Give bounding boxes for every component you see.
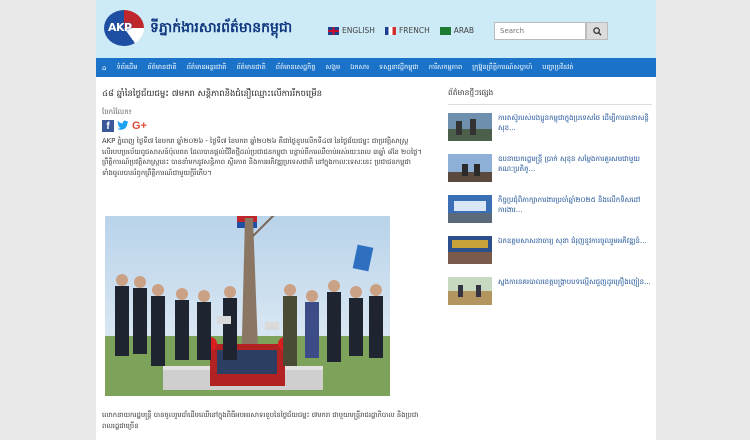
news-thumbnail [448,277,492,305]
search-input[interactable] [494,22,586,40]
article-title: ៤៨ ឆ្នាំនៃថ្ងៃជ័យជម្នះ ៧មករា សន្តិភាពនិង… [102,89,322,99]
article-photo [105,216,390,396]
news-thumbnail [448,113,492,141]
twitter-icon[interactable] [117,120,129,132]
page: AKP ទីភ្នាក់ងារសារព័ត៌មានកម្ពុជា ENGLISH… [96,0,656,440]
article: ៤៨ ឆ្នាំនៃថ្ងៃជ័យជម្នះ ៧មករា សន្តិភាពនិង… [102,88,432,430]
nav-item-home[interactable]: ទំព័រដើម [116,63,137,73]
share-label: ចែករំលែក៖ [102,108,132,116]
news-thumbnail [448,154,492,182]
google-plus-icon[interactable]: G+ [132,120,147,132]
lang-french-link[interactable]: FRENCH [384,26,430,35]
search-box [494,22,608,40]
site-logo[interactable]: AKP ទីភ្នាក់ងារសារព័ត៌មានកម្ពុជា [104,8,292,48]
sidebar-news-item[interactable]: ឯកឧត្តមសាសនាចារ្យ សុខា ជំរុញនូវការចូលរួម… [448,236,652,277]
nav-item-national[interactable]: ព័ត៌មានជាតិ [147,63,176,73]
nav-item-other[interactable]: បញ្ហាប្រវិនវត់ [542,63,573,73]
news-thumbnail [448,236,492,264]
nav-item-weekly-events[interactable]: ក្រុម្ហ៊ុនព្រឹត្តិការណ៍សប្តាហ៍ [472,63,532,73]
sidebar: ព័ត៌មានថ្មីៗផ្សេង ការតស៊ូរបស់បងប្អូនកម្ព… [448,88,652,318]
search-icon [592,26,602,36]
header: AKP ទីភ្នាក់ងារសារព័ត៌មានកម្ពុជា ENGLISH… [96,0,656,58]
france-flag-icon [384,26,396,35]
facebook-icon[interactable]: f [102,120,114,132]
photo-caption: លោកនាយករដ្ឋមន្ត្រី បានចូលរួមដាំដើមឈើនៅក្… [102,411,419,430]
sidebar-news-item[interactable]: កិច្ចប្រជុំពិភាក្សាការងារប្រចាំឆ្នាំ២០២៥… [448,195,652,236]
lang-label: ENGLISH [342,26,375,35]
sidebar-news-item[interactable]: ការតស៊ូរបស់បងប្អូនកម្ពុជាក្នុងប្រទេសថៃ ដ… [448,113,652,154]
lang-label: FRENCH [398,26,430,35]
lang-label: ARAB [453,26,475,35]
nav-item-society[interactable]: សង្គម [326,63,341,73]
site-name: ទីភ្នាក់ងារសារព័ត៌មានកម្ពុជា [150,19,293,36]
news-thumbnail [448,195,492,223]
nav-item-international[interactable]: ព័ត៌មានអន្តរជាតិ [187,63,227,73]
uk-flag-icon [328,26,339,35]
nav-item-documents[interactable]: ឯកសារ [350,63,369,73]
lang-english-link[interactable]: ENGLISH [328,26,375,35]
nav-item-economy[interactable]: ព័ត៌មានសេដ្ឋកិច្ច [276,63,316,73]
sidebar-news-item[interactable]: ស្នងការនគរបាលខេត្តបង្ក្រាបបទល្មើសជួញដូរគ… [448,277,652,318]
nav-item-national-2[interactable]: ព័ត៌មានជាតិ [236,63,265,73]
social-share: f G+ [102,120,432,132]
nav-item-magazine[interactable]: ទស្សនាវដ្ដីកម្ពុជា [379,63,419,73]
home-icon[interactable]: ⌂ [102,64,106,72]
logo-emblem-icon: AKP [104,8,146,48]
saudi-flag-icon [439,26,451,35]
sidebar-title: ព័ត៌មានថ្មីៗផ្សេង [448,88,652,105]
sidebar-news-item[interactable]: ឧបនាយករដ្ឋមន្ត្រី ប្រាក់ សុខុន សម្តែងការ… [448,154,652,195]
lang-arab-link[interactable]: ARAB [439,26,475,35]
sidebar-list: ការតស៊ូរបស់បងប្អូនកម្ពុជាក្នុងប្រទេសថៃ ដ… [448,113,652,318]
article-body: AKP ភ្នំពេញ ថ្ងៃទី៧ ខែមករា ឆ្នាំ២០២៦ - ថ… [102,137,422,177]
nav-item-activities[interactable]: ការីសកម្មភាព [429,63,462,73]
search-button[interactable] [586,22,608,40]
main-nav: ⌂ ទំព័រដើម ព័ត៌មានជាតិ ព័ត៌មានអន្តរជាតិ … [96,58,656,77]
language-switcher: ENGLISH FRENCH ARAB [328,26,474,35]
